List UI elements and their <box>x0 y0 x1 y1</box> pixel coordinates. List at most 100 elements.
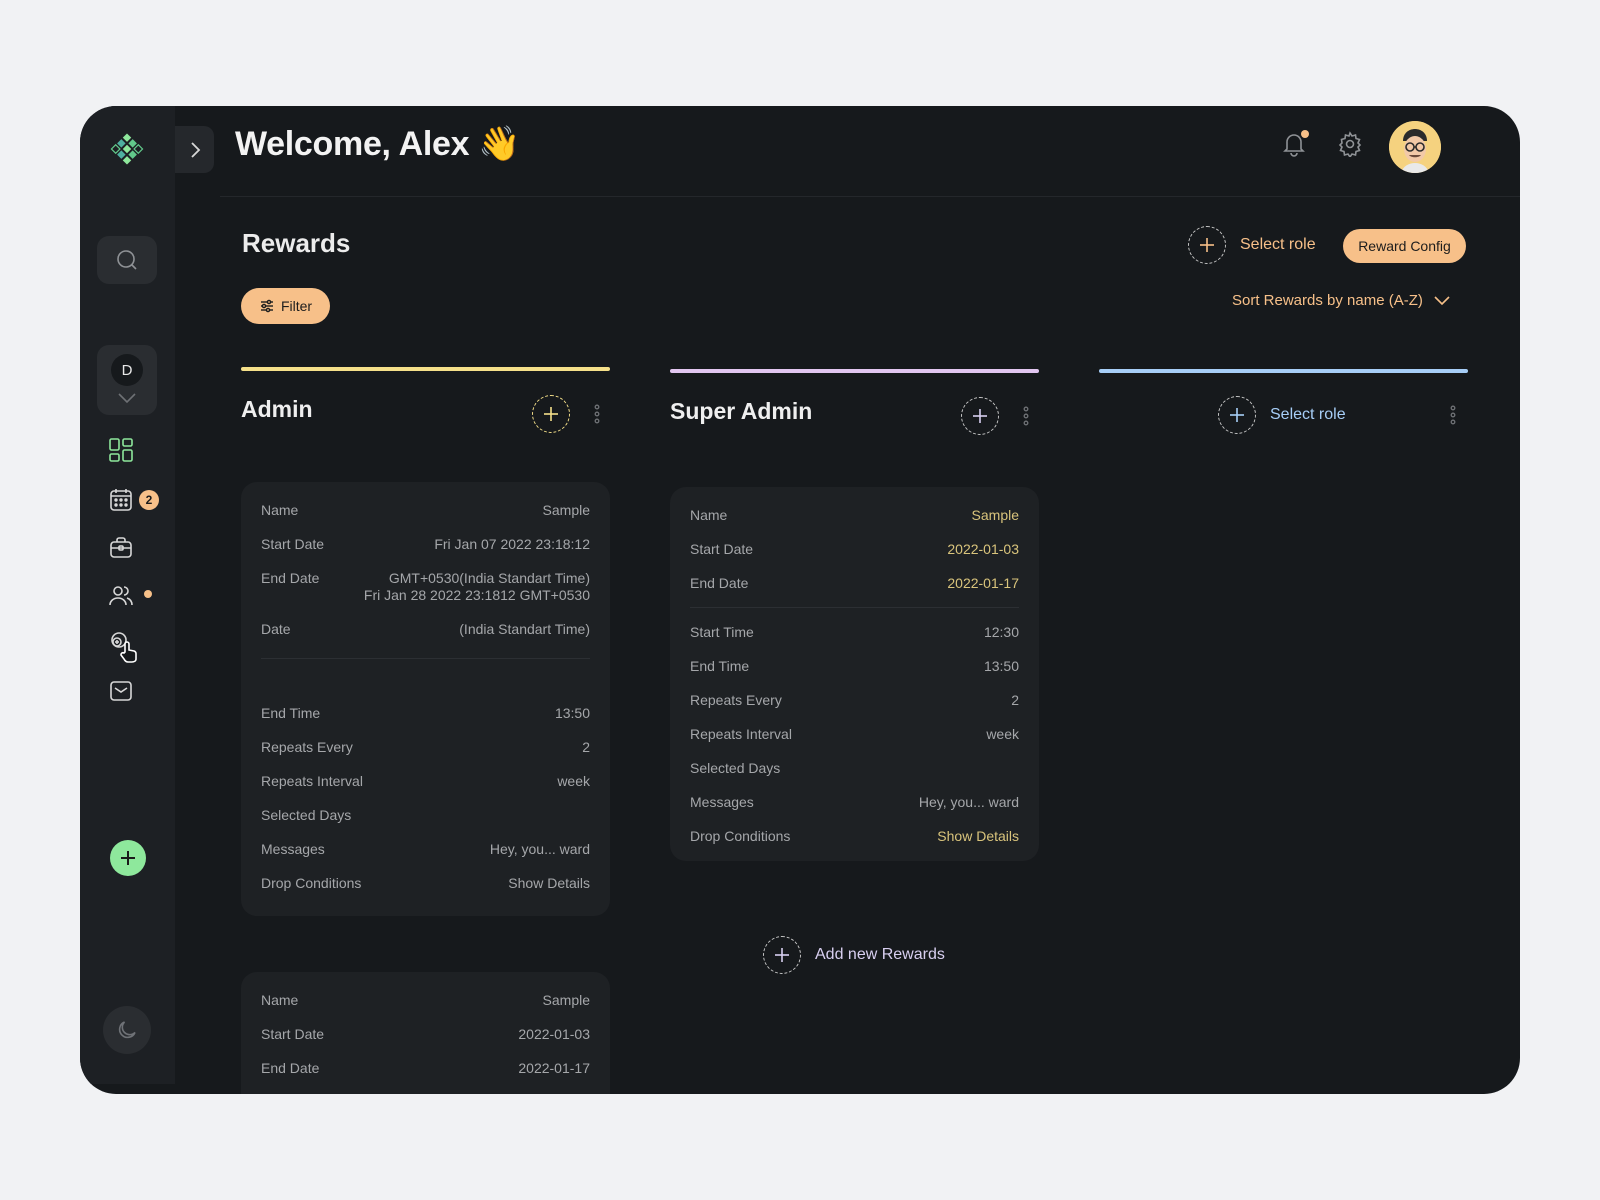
avatar[interactable] <box>1389 121 1441 173</box>
plus-icon <box>121 851 135 865</box>
add-new-rewards-circle <box>763 936 801 974</box>
row-key: Repeats Interval <box>261 773 363 789</box>
show-details-link[interactable]: Show Details <box>508 875 590 891</box>
moon-icon <box>118 1021 136 1039</box>
column-title-super-admin: Super Admin <box>670 398 813 424</box>
card-divider <box>261 658 590 659</box>
row-key: End Time <box>261 705 321 721</box>
add-new-rewards-button[interactable]: Add new Rewards <box>763 936 945 974</box>
search-icon <box>117 250 137 270</box>
row-key: Selected Days <box>690 760 781 776</box>
card-row: Selected Days <box>261 807 590 823</box>
app-window: D 2 Welcome, Alex 👋 Rewards Select role … <box>80 106 1520 1094</box>
card-row: Drop Conditions Show Details <box>261 875 590 891</box>
row-value: 2022-01-17 <box>518 1060 590 1076</box>
filter-icon <box>260 299 273 313</box>
row-key: End Date <box>690 575 749 591</box>
row-value: 12:30 <box>983 624 1019 640</box>
column-select-role-accent <box>1099 369 1468 373</box>
row-value: 2 <box>1011 692 1019 708</box>
reward-card[interactable]: Name Sample Start Date 2022-01-03 End Date… <box>241 972 610 1094</box>
logo-icon[interactable] <box>108 130 146 168</box>
row-value: 13:50 <box>983 658 1019 674</box>
card-row: Start Date Fri Jan 07 2022 23:18:12 <box>261 536 590 552</box>
column-select-role[interactable]: Select role <box>1218 396 1346 434</box>
column-admin-accent <box>241 367 610 371</box>
row-value: Sample <box>971 507 1019 523</box>
row-value: 2022-01-03 <box>518 1026 590 1042</box>
plus-icon <box>544 407 558 421</box>
briefcase-icon[interactable] <box>108 535 134 561</box>
theme-toggle-button[interactable] <box>103 1006 151 1054</box>
card-row: Name Sample <box>690 507 1019 523</box>
add-role-button[interactable] <box>1188 226 1226 264</box>
row-value: week <box>986 726 1019 742</box>
card-row: Start Date 2022-01-03 <box>690 541 1019 557</box>
page-title: Rewards <box>242 228 351 258</box>
row-key: Messages <box>690 794 754 810</box>
row-key: Repeats Every <box>261 739 353 755</box>
mail-icon[interactable] <box>108 678 134 704</box>
more-vertical-icon[interactable] <box>594 404 600 424</box>
header-divider <box>220 196 1520 197</box>
header-select-role[interactable]: Select role <box>1188 226 1316 264</box>
rewards-icon[interactable] <box>108 630 140 664</box>
add-reward-admin-button[interactable] <box>532 395 570 433</box>
dashboard-icon[interactable] <box>108 437 134 463</box>
card-row: End Date 2022-01-17 <box>261 1060 590 1076</box>
row-key: Start Date <box>261 536 325 552</box>
plus-icon <box>1200 238 1214 252</box>
row-key: Drop Conditions <box>690 828 791 844</box>
row-value: 2022-01-03 <box>947 541 1019 557</box>
add-new-rewards-label: Add new Rewards <box>815 946 945 963</box>
search-button[interactable] <box>97 236 157 284</box>
sidebar: D 2 <box>80 106 175 1084</box>
card-divider <box>690 607 1019 608</box>
gear-icon[interactable] <box>1337 131 1363 157</box>
welcome-heading: Welcome, Alex 👋 <box>235 125 521 163</box>
card-row: Repeats Interval week <box>261 773 590 789</box>
calendar-badge: 2 <box>139 490 159 510</box>
collapse-sidebar-button[interactable] <box>175 126 214 173</box>
row-value: Fri Jan 07 2022 23:18:12 <box>434 536 590 552</box>
chevron-down-icon <box>1434 295 1450 305</box>
row-key: End Time <box>690 658 750 674</box>
users-icon[interactable] <box>108 583 134 609</box>
add-role-column-button[interactable] <box>1218 396 1256 434</box>
user-avatar-icon <box>1389 121 1441 173</box>
row-key: Repeats Every <box>690 692 782 708</box>
filter-label: Filter <box>280 298 313 314</box>
filter-button[interactable]: Filter <box>241 288 330 324</box>
card-row: End Date GMT+0530(India Standart Time) Fr… <box>261 570 590 604</box>
reward-config-button[interactable]: Reward Config <box>1343 229 1466 263</box>
row-value: 2 <box>582 739 590 755</box>
more-vertical-icon[interactable] <box>1450 405 1456 425</box>
add-button[interactable] <box>110 840 146 876</box>
card-row: Start Date 2022-01-03 <box>261 1026 590 1042</box>
sort-dropdown[interactable]: Sort Rewards by name (A-Z) <box>1232 292 1451 309</box>
sort-label: Sort Rewards by name (A-Z) <box>1232 292 1423 309</box>
reward-card[interactable]: Name Sample Start Date Fri Jan 07 2022 23:… <box>241 482 610 916</box>
card-row: Repeats Interval week <box>690 726 1019 742</box>
reward-card[interactable]: Name Sample Start Date 2022-01-03 End Date… <box>670 487 1039 861</box>
more-vertical-icon[interactable] <box>1023 406 1029 426</box>
plus-icon <box>1230 408 1244 422</box>
column-select-role-label: Select role <box>1270 406 1346 423</box>
row-key: Start Date <box>690 541 754 557</box>
row-key: Date <box>261 621 291 637</box>
row-key: Repeats Interval <box>690 726 792 742</box>
workspace-switcher[interactable]: D <box>97 345 157 415</box>
add-reward-super-admin-button[interactable] <box>961 397 999 435</box>
row-key: Name <box>261 502 299 518</box>
notification-dot <box>1301 130 1309 138</box>
show-details-link[interactable]: Show Details <box>937 828 1019 844</box>
row-key: Selected Days <box>261 807 352 823</box>
row-key: End Date <box>261 570 320 586</box>
workspace-avatar: D <box>111 354 143 386</box>
row-value: Sample <box>542 502 590 518</box>
row-value: week <box>557 773 590 789</box>
calendar-icon[interactable] <box>108 487 134 513</box>
row-key: Start Date <box>261 1026 325 1042</box>
card-row: Name Sample <box>261 992 590 1008</box>
card-row: Messages Hey, you... ward <box>261 841 590 857</box>
